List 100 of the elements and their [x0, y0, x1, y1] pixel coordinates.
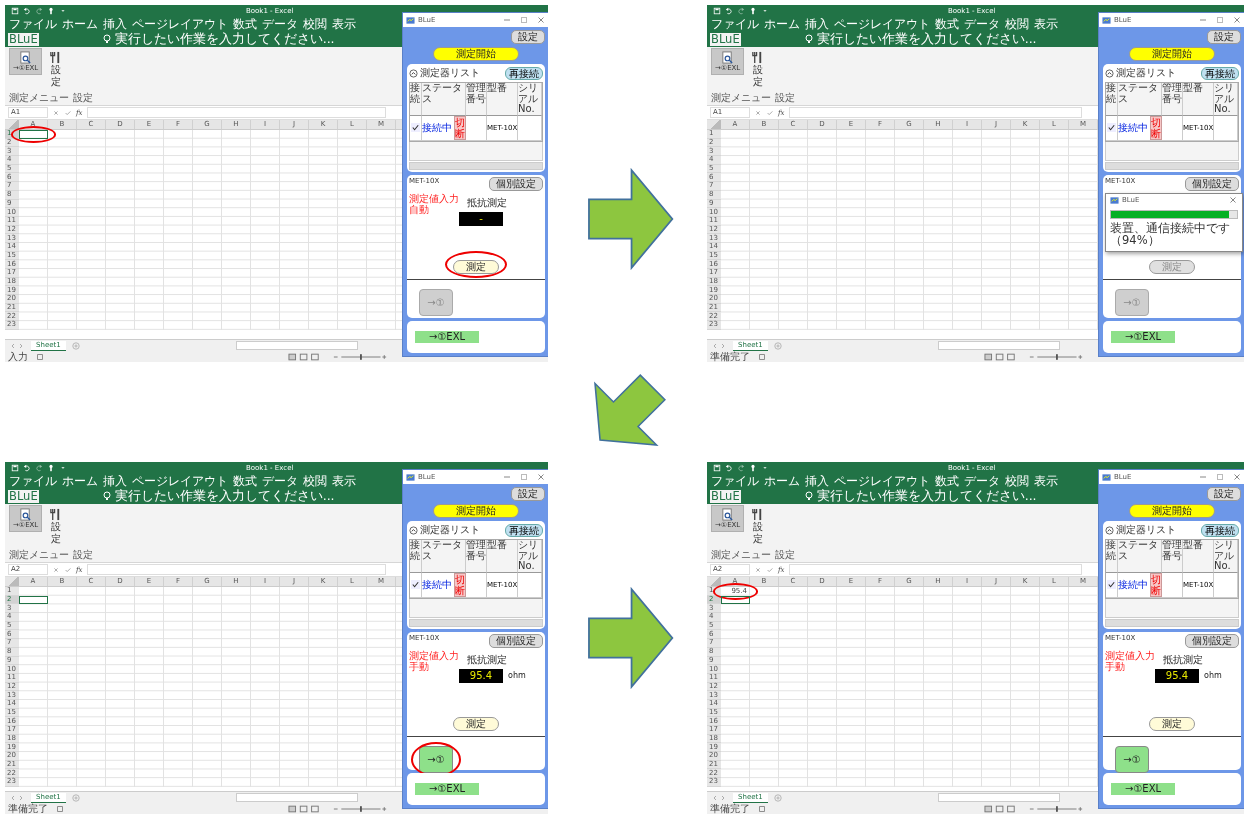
- undo-icon[interactable]: [725, 464, 733, 472]
- touch-mode-icon[interactable]: [749, 7, 757, 15]
- collapse-icon[interactable]: [1105, 525, 1114, 535]
- close-icon[interactable]: [1232, 472, 1242, 482]
- disconnect-button[interactable]: 切断: [1150, 572, 1162, 597]
- search-field[interactable]: 実行したい作業を入力してください...: [114, 32, 335, 46]
- start-button[interactable]: 測定開始: [433, 504, 519, 518]
- ribbon-tab[interactable]: ホーム: [763, 18, 801, 31]
- export-button[interactable]: →①EXL: [415, 331, 480, 343]
- ribbon-tab[interactable]: ページレイアウト: [131, 475, 229, 488]
- ribbon-tab[interactable]: ファイル: [8, 18, 58, 31]
- ribbon-tab[interactable]: 表示: [331, 18, 357, 31]
- macro-record-icon[interactable]: [56, 804, 64, 813]
- ribbon-tab[interactable]: BLuE: [710, 489, 741, 503]
- touch-mode-icon[interactable]: [47, 464, 55, 472]
- ribbon-tab[interactable]: ファイル: [8, 475, 58, 488]
- formula-input[interactable]: [788, 107, 1082, 118]
- settings-button[interactable]: 設定: [511, 487, 545, 501]
- device-settings-button[interactable]: 個別設定: [489, 176, 543, 191]
- checkbox[interactable]: [411, 123, 420, 132]
- add-sheet-icon[interactable]: [773, 793, 782, 802]
- disconnect-button[interactable]: 切断: [454, 572, 466, 597]
- sheet-nav-icon[interactable]: [9, 341, 25, 350]
- view-buttons-icon[interactable]: [984, 804, 1018, 813]
- ribbon-tab[interactable]: BLuE: [8, 489, 39, 503]
- check-icon[interactable]: [64, 565, 72, 574]
- horizontal-scrollbar[interactable]: [235, 793, 358, 802]
- ribbon-tab[interactable]: 校閲: [1004, 18, 1030, 31]
- ribbon-tab[interactable]: ファイル: [710, 475, 760, 488]
- disconnect-button[interactable]: 切断: [454, 115, 466, 140]
- redo-icon[interactable]: [35, 464, 43, 472]
- undo-icon[interactable]: [23, 464, 31, 472]
- check-icon[interactable]: [766, 108, 774, 117]
- reconnect-button[interactable]: 再接続: [1201, 66, 1239, 80]
- ribbon-tab[interactable]: BLuE: [8, 32, 39, 46]
- ribbon-tab[interactable]: 数式: [232, 475, 258, 488]
- maximize-icon[interactable]: [1215, 472, 1225, 482]
- ribbon-tab[interactable]: 表示: [1033, 18, 1059, 31]
- add-sheet-icon[interactable]: [71, 341, 80, 350]
- ribbon-tab[interactable]: 表示: [1033, 475, 1059, 488]
- device-settings-button[interactable]: 個別設定: [1185, 176, 1239, 191]
- ribbon-tab[interactable]: ホーム: [61, 475, 99, 488]
- close-icon[interactable]: [1228, 195, 1238, 205]
- ribbon-button[interactable]: 設定: [747, 505, 769, 548]
- send-button[interactable]: →①: [419, 745, 453, 773]
- settings-button[interactable]: 設定: [1207, 30, 1241, 44]
- ribbon-tab[interactable]: データ: [963, 18, 1001, 31]
- send-button[interactable]: →①: [1115, 745, 1149, 773]
- cancel-icon[interactable]: [52, 108, 60, 117]
- macro-record-icon[interactable]: [758, 804, 766, 813]
- zoom-slider-icon[interactable]: [332, 804, 388, 813]
- save-icon[interactable]: [713, 7, 721, 15]
- horizontal-scrollbar[interactable]: [937, 793, 1060, 802]
- device-settings-button[interactable]: 個別設定: [1185, 633, 1239, 648]
- close-icon[interactable]: [536, 472, 546, 482]
- sheet-nav-icon[interactable]: [711, 341, 727, 350]
- ribbon-button[interactable]: 設定: [747, 48, 769, 91]
- spreadsheet-cell[interactable]: [19, 595, 48, 605]
- add-sheet-icon[interactable]: [773, 341, 782, 350]
- export-button[interactable]: →①EXL: [1111, 331, 1176, 343]
- maximize-icon[interactable]: [519, 15, 529, 25]
- touch-mode-icon[interactable]: [749, 464, 757, 472]
- macro-record-icon[interactable]: [36, 352, 44, 361]
- ribbon-button[interactable]: 設定: [45, 48, 67, 91]
- sheet-nav-icon[interactable]: [711, 793, 727, 802]
- horizontal-scrollbar[interactable]: [409, 161, 543, 170]
- touch-mode-icon[interactable]: [47, 7, 55, 15]
- ribbon-tab[interactable]: 表示: [331, 475, 357, 488]
- ribbon-tab[interactable]: データ: [963, 475, 1001, 488]
- save-icon[interactable]: [11, 7, 19, 15]
- ribbon-tab[interactable]: ページレイアウト: [833, 475, 931, 488]
- measure-button[interactable]: 測定: [453, 259, 499, 274]
- ribbon-tab[interactable]: 数式: [934, 18, 960, 31]
- sheet-nav-icon[interactable]: [9, 793, 25, 802]
- redo-icon[interactable]: [737, 7, 745, 15]
- horizontal-scrollbar[interactable]: [409, 618, 543, 627]
- cancel-icon[interactable]: [754, 108, 762, 117]
- collapse-icon[interactable]: [409, 525, 418, 535]
- ribbon-tab[interactable]: 校閲: [302, 475, 328, 488]
- redo-icon[interactable]: [35, 7, 43, 15]
- disconnect-button[interactable]: 切断: [1150, 115, 1162, 140]
- formula-input[interactable]: [86, 564, 386, 575]
- ribbon-tab[interactable]: ファイル: [710, 18, 760, 31]
- undo-icon[interactable]: [725, 7, 733, 15]
- save-icon[interactable]: [713, 464, 721, 472]
- horizontal-scrollbar[interactable]: [1105, 161, 1239, 170]
- undo-icon[interactable]: [23, 7, 31, 15]
- ribbon-tab[interactable]: ホーム: [763, 475, 801, 488]
- ribbon-tab[interactable]: 数式: [232, 18, 258, 31]
- ribbon-tab[interactable]: 数式: [934, 475, 960, 488]
- view-buttons-icon[interactable]: [984, 352, 1018, 361]
- maximize-icon[interactable]: [1215, 15, 1225, 25]
- spreadsheet-cell[interactable]: [721, 595, 750, 605]
- zoom-slider-icon[interactable]: [332, 352, 388, 361]
- search-field[interactable]: 実行したい作業を入力してください...: [114, 489, 335, 503]
- zoom-slider-icon[interactable]: [1028, 804, 1084, 813]
- horizontal-scrollbar[interactable]: [937, 341, 1060, 350]
- spreadsheet-cell[interactable]: [19, 130, 48, 139]
- view-buttons-icon[interactable]: [288, 804, 322, 813]
- ribbon-tab[interactable]: 校閲: [1004, 475, 1030, 488]
